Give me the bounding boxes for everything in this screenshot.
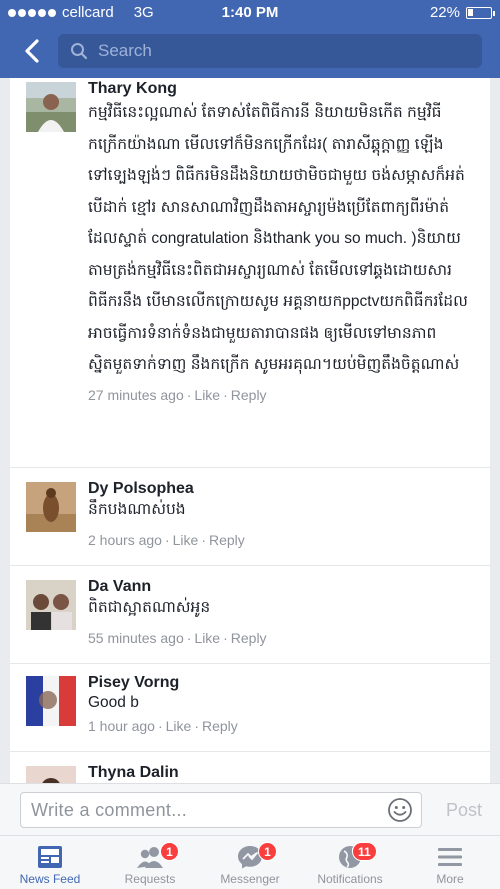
comment-author[interactable]: Pisey Vorng	[88, 674, 490, 692]
news-feed-icon	[36, 844, 64, 870]
comment-text: ពិតជាស្អាតណាស់អូន	[88, 599, 211, 616]
reply-link[interactable]: Reply	[209, 532, 245, 548]
messenger-badge: 1	[258, 842, 277, 861]
battery-icon	[466, 6, 495, 19]
tab-more[interactable]: More	[400, 836, 500, 889]
comment-meta: 27 minutes ago · Like · Reply	[88, 386, 267, 403]
smiley-icon[interactable]	[387, 797, 413, 823]
status-bar: cellcard 3G 1:40 PM 22%	[0, 0, 500, 26]
comment-text: កម្មវិធីនេះល្អណាស់ តែទាស់តែពិធីការនី និយ…	[88, 104, 468, 373]
clock: 1:40 PM	[221, 4, 279, 21]
like-link[interactable]: Like	[166, 718, 192, 734]
comment-item: Thary Kong កម្មវិធីនេះល្អណាស់ តែទាស់តែពិ…	[10, 78, 490, 468]
tab-bar: News Feed 1 Requests 1 Messenger 11 Noti…	[0, 835, 500, 889]
hamburger-menu-icon	[436, 844, 464, 870]
tab-news-feed[interactable]: News Feed	[0, 836, 100, 889]
tab-messenger[interactable]: 1 Messenger	[200, 836, 300, 889]
comment-time[interactable]: 1 hour ago	[88, 718, 155, 734]
notifications-badge: 11	[352, 842, 377, 861]
comment-item: Pisey Vorng Good b 1 hour ago · Like · Reply	[10, 664, 490, 752]
avatar[interactable]	[26, 676, 76, 726]
post-button[interactable]: Post	[446, 800, 482, 821]
comment-meta: 1 hour ago · Like · Reply	[88, 718, 238, 734]
avatar[interactable]	[26, 82, 76, 132]
reply-link[interactable]: Reply	[202, 718, 238, 734]
comment-input[interactable]: Write a comment...	[20, 792, 422, 828]
comment-author[interactable]: Thary Kong	[88, 80, 490, 98]
comment-list[interactable]: Thary Kong កម្មវិធីនេះល្អណាស់ តែទាស់តែពិ…	[0, 78, 500, 783]
tab-label: News Feed	[19, 872, 81, 886]
comment-meta: 2 hours ago · Like · Reply	[88, 532, 245, 548]
comment-item: Thyna Dalin	[10, 752, 490, 783]
tab-label: Messenger	[220, 872, 280, 886]
avatar[interactable]	[26, 482, 76, 532]
top-bar: cellcard 3G 1:40 PM 22% Search	[0, 0, 500, 78]
comment-item: Da Vann ពិតជាស្អាតណាស់អូន 55 minutes ago…	[10, 566, 490, 664]
tab-label: Notifications	[317, 872, 383, 886]
like-link[interactable]: Like	[194, 387, 220, 403]
comment-time[interactable]: 27 minutes ago	[88, 387, 184, 403]
reply-link[interactable]: Reply	[231, 630, 267, 646]
requests-badge: 1	[160, 842, 179, 861]
avatar[interactable]	[26, 766, 76, 783]
comment-author[interactable]: Thyna Dalin	[88, 764, 490, 782]
back-chevron-icon[interactable]	[18, 36, 48, 66]
comment-composer: Write a comment... Post	[0, 783, 500, 835]
avatar[interactable]	[26, 580, 76, 630]
tab-label: More	[436, 872, 464, 886]
like-link[interactable]: Like	[194, 630, 220, 646]
comment-text: Good b	[88, 694, 139, 711]
comment-text: នឹកបងណាស់បង	[88, 501, 186, 518]
comment-author[interactable]: Da Vann	[88, 578, 490, 596]
reply-link[interactable]: Reply	[231, 387, 267, 403]
tab-label: Requests	[124, 872, 176, 886]
comment-time[interactable]: 2 hours ago	[88, 532, 162, 548]
tab-notifications[interactable]: 11 Notifications	[300, 836, 400, 889]
comment-item: Dy Polsophea នឹកបងណាស់បង 2 hours ago · Lik…	[10, 468, 490, 566]
comment-time[interactable]: 55 minutes ago	[88, 630, 184, 646]
search-input[interactable]: Search	[58, 34, 482, 68]
comment-input-placeholder: Write a comment...	[31, 799, 188, 820]
navigation-bar: Search	[0, 30, 500, 74]
comment-meta: 55 minutes ago · Like · Reply	[88, 630, 267, 646]
search-placeholder: Search	[98, 41, 152, 60]
like-link[interactable]: Like	[173, 532, 199, 548]
battery-percent: 22%	[429, 4, 460, 21]
search-icon	[71, 43, 88, 60]
tab-requests[interactable]: 1 Requests	[100, 836, 200, 889]
comment-author[interactable]: Dy Polsophea	[88, 480, 490, 498]
